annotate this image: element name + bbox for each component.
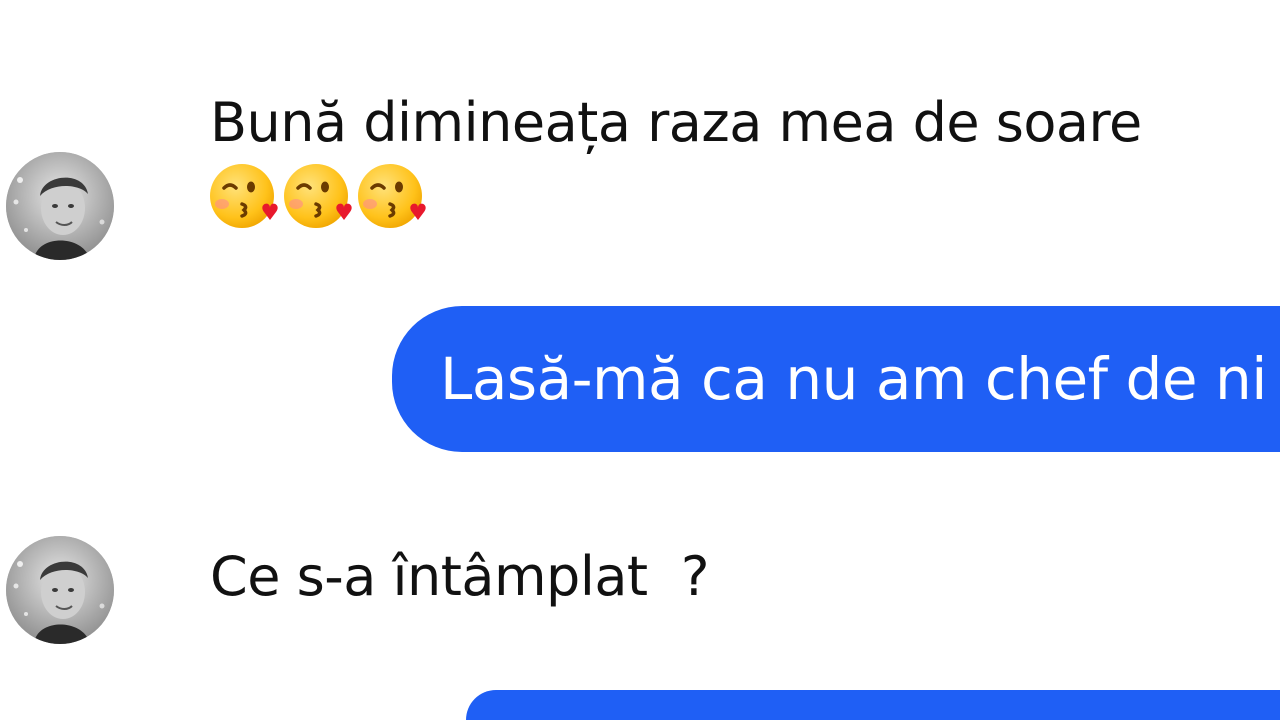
incoming-message-text: Ce s-a întâmplat ? [210,545,710,608]
kissing-heart-emoji-icon [284,164,352,228]
avatar-photo-icon [6,536,114,644]
kissing-heart-emoji-icon [210,164,278,228]
sender-avatar[interactable] [6,152,114,260]
outgoing-message-text: Lasă-mă ca nu am chef de ni [440,345,1267,413]
emoji-row [208,160,428,232]
outgoing-message-bubble[interactable]: Lasă-mă ca nu am chef de ni [392,306,1280,452]
sender-avatar[interactable] [6,536,114,644]
avatar-photo-icon [6,152,114,260]
kissing-heart-emoji-icon [358,164,426,228]
incoming-message-text: Bună dimineața raza mea de soare [210,91,1142,154]
outgoing-message-bubble[interactable] [466,690,1280,720]
chat-thread: Bună dimineața raza mea de soare Lasă-mă… [0,0,1280,720]
